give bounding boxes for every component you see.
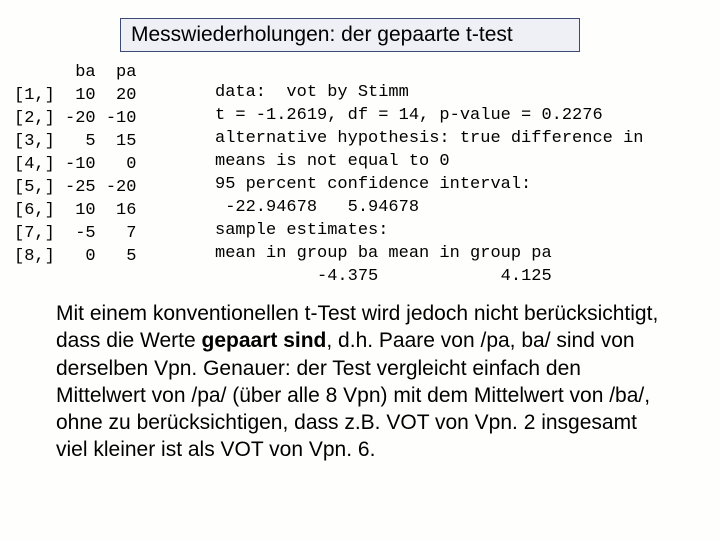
slide: Messwiederholungen: der gepaarte t-test … — [0, 0, 720, 540]
r-output: data: vot by Stimm t = -1.2619, df = 14,… — [215, 82, 695, 288]
data-table: ba pa [1,] 10 20 [2,] -20 -10 [3,] 5 15 … — [14, 62, 136, 268]
slide-title: Messwiederholungen: der gepaarte t-test — [120, 18, 580, 52]
body-text-bold: gepaart sind — [202, 329, 327, 352]
body-paragraph: Mit einem konventionellen t-Test wird je… — [56, 300, 660, 464]
